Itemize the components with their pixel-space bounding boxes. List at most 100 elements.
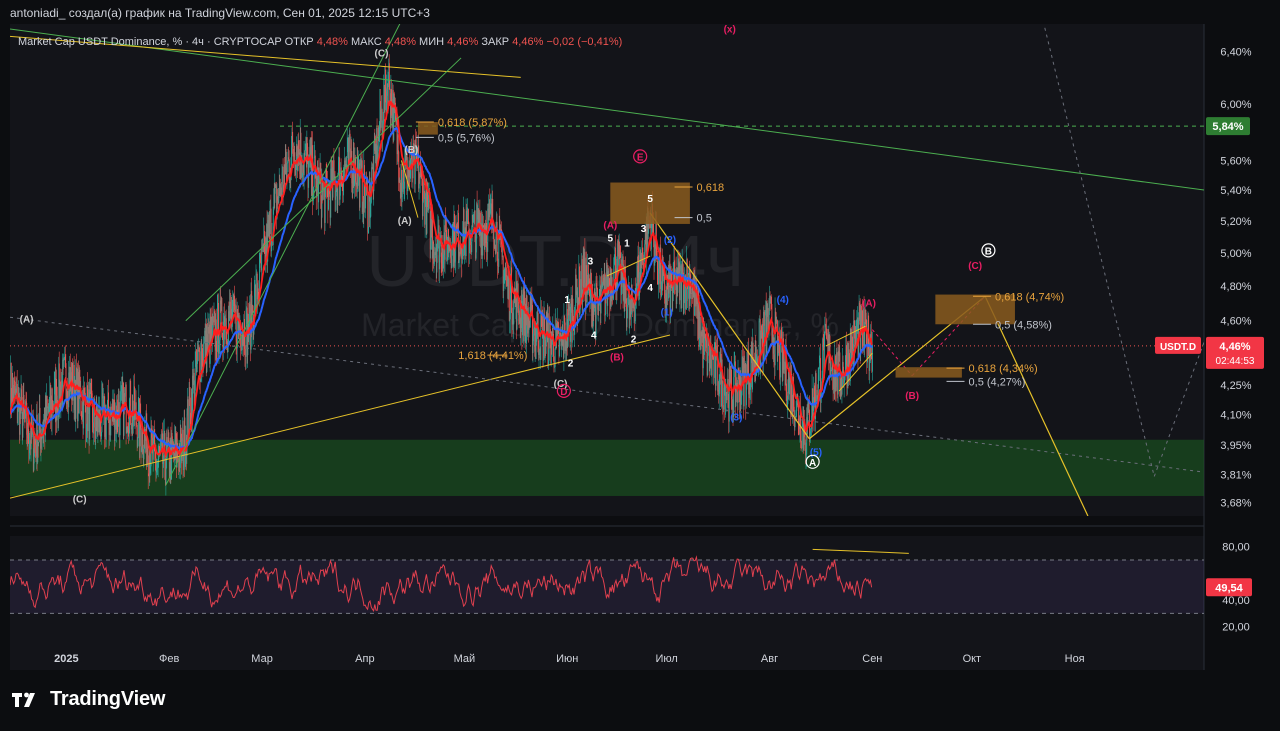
wave-label: 4 — [647, 283, 653, 294]
last-price-countdown: 02:44:53 — [1216, 356, 1255, 367]
rsi-axis-tick: 20,00 — [1222, 622, 1250, 634]
wave-label: 5 — [608, 233, 614, 244]
wave-label: 3 — [588, 256, 594, 267]
candle-body — [714, 344, 715, 378]
fib-box — [895, 367, 962, 378]
candle-body — [397, 135, 399, 152]
time-axis-tick: 2025 — [54, 653, 78, 665]
wave-label: 2 — [568, 358, 574, 369]
candle-body — [224, 328, 226, 340]
candle-body — [469, 239, 470, 254]
fib-level-label: 0,5 (5,76%) — [438, 132, 495, 144]
time-axis-tick: Сен — [862, 653, 882, 665]
candle-body — [735, 390, 737, 407]
price-axis-tick: 5,40% — [1220, 185, 1251, 197]
wave-label: (C) — [375, 49, 389, 60]
fib-level-label: 0,618 (4,74%) — [995, 291, 1064, 303]
chart-area[interactable]: USDT.D, 4ч Market Cap USDT Dominance, % … — [10, 24, 1270, 674]
wave-label: (1) — [661, 307, 673, 318]
price-axis-tick: 5,60% — [1220, 155, 1251, 167]
wave-label: 1 — [564, 295, 570, 306]
candle-body — [474, 210, 476, 228]
fib-box — [417, 122, 438, 135]
last-price-value: 4,46% — [1219, 341, 1250, 353]
candle-body — [101, 393, 103, 433]
time-axis-tick: Май — [454, 653, 476, 665]
candle-body — [314, 155, 316, 167]
wave-label: (3) — [730, 412, 742, 423]
legend-symbol: Market Cap USDT Dominance, % — [18, 36, 182, 48]
candle-body — [626, 318, 628, 328]
fib-level-label: 0,618 (4,34%) — [969, 363, 1038, 375]
candle-body — [422, 201, 424, 217]
wave-label: (C) — [968, 261, 982, 272]
candle-body — [824, 326, 826, 334]
wave-label: (B) — [905, 391, 919, 402]
price-axis-tick: 4,60% — [1220, 316, 1251, 328]
candle-body — [183, 455, 185, 470]
fib-level-label: 0,618 — [697, 182, 725, 194]
legend-interval: 4ч — [192, 36, 204, 48]
wave-label: 4 — [591, 331, 597, 342]
candle-body — [46, 396, 48, 408]
price-axis-tick: 6,40% — [1220, 47, 1251, 59]
candle-body — [872, 344, 873, 372]
wave-label: (x) — [724, 25, 736, 36]
time-axis-tick: Мар — [251, 653, 273, 665]
wave-label: (A) — [603, 221, 617, 232]
legend-open-label: ОТКР — [285, 36, 314, 48]
price-axis-tick: 5,20% — [1220, 216, 1251, 228]
wave-label: (B) — [404, 145, 418, 156]
fib-level-label: 1,618 (4,41%) — [458, 350, 527, 362]
legend-low: 4,46% — [447, 36, 478, 48]
fib-level-label: 0,5 (4,58%) — [995, 319, 1052, 331]
candle-body — [177, 457, 179, 460]
time-axis-tick: Фев — [159, 653, 179, 665]
time-axis-tick: Апр — [355, 653, 374, 665]
candle-body — [615, 247, 616, 283]
price-axis-tick: 4,25% — [1220, 380, 1251, 392]
rsi-axis-tick: 40,00 — [1222, 595, 1250, 607]
wave-label: (C) — [73, 495, 87, 506]
candle-body — [217, 304, 218, 352]
wave-label: (A) — [862, 299, 876, 310]
price-axis-tick: 3,81% — [1220, 469, 1251, 481]
candle-body — [726, 392, 728, 401]
wave-label: 3 — [641, 224, 647, 235]
wave-label: D — [560, 387, 567, 398]
candle-body — [715, 351, 717, 386]
candle-body — [674, 260, 676, 282]
candle-body — [554, 348, 556, 367]
wave-label: B — [985, 246, 992, 257]
candle-body — [65, 363, 67, 390]
wave-label: (B) — [610, 353, 624, 364]
candle-body — [105, 418, 107, 440]
candle-body — [705, 334, 707, 341]
demand-zone — [10, 439, 1204, 496]
candle-body — [722, 381, 724, 408]
wave-label: (A) — [398, 216, 412, 227]
candle-body — [548, 319, 550, 361]
price-axis-tick: 5,00% — [1220, 248, 1251, 260]
wave-label: 5 — [647, 194, 653, 205]
wave-label: 2 — [631, 334, 637, 345]
time-axis-tick: Июн — [556, 653, 578, 665]
price-axis-tick: 4,10% — [1220, 410, 1251, 422]
rsi-axis-tick: 80,00 — [1222, 542, 1250, 554]
candle-body — [468, 208, 469, 223]
time-axis-tick: Окт — [963, 653, 982, 665]
tradingview-logo-icon — [12, 692, 35, 707]
legend: Market Cap USDT Dominance, % · 4ч · CRYP… — [18, 36, 622, 48]
price-axis-tick: 3,68% — [1220, 498, 1251, 510]
rsi-value-label: 49,54 — [1215, 582, 1243, 594]
wave-label: (A) — [20, 314, 34, 325]
candle-body — [595, 283, 597, 336]
wave-label: (4) — [777, 295, 789, 306]
candle-body — [165, 467, 167, 484]
tradingview-brand: TradingView — [50, 688, 166, 710]
chart-header: antoniadi_ создал(а) график на TradingVi… — [10, 6, 430, 20]
wave-label: (2) — [664, 235, 676, 246]
fib-level-label: 0,5 (4,27%) — [969, 376, 1026, 388]
legend-open: 4,48% — [317, 36, 348, 48]
candle-body — [644, 244, 646, 253]
